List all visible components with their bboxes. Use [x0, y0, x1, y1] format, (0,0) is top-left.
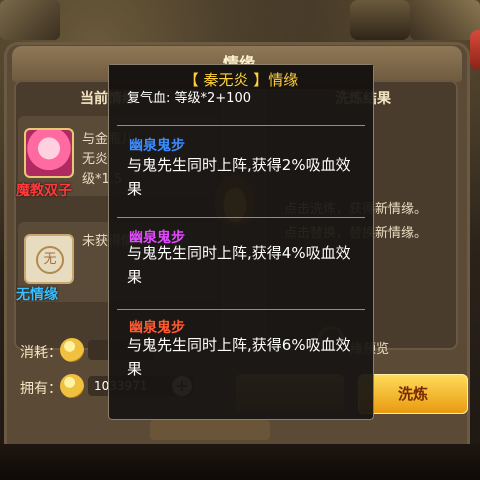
- owned-label: 拥有：: [20, 381, 62, 397]
- card2-name: 无情缘: [16, 287, 58, 303]
- tooltip-title: 【 秦无炎 】情缘: [109, 65, 373, 89]
- tooltip-divider: [117, 309, 365, 310]
- consume-label: 消耗：: [20, 345, 62, 361]
- top-left-art: [0, 0, 60, 40]
- section-2-desc: 与鬼先生同时上阵,获得4%吸血效果: [127, 244, 351, 286]
- close-button[interactable]: [470, 30, 480, 70]
- none-icon: 无: [36, 246, 64, 274]
- wash-button[interactable]: 洗炼: [358, 374, 468, 414]
- tooltip-divider: [117, 125, 365, 126]
- card1-name: 魔教双子: [16, 183, 72, 199]
- empty-bond-avatar: 无: [24, 234, 74, 284]
- bottom-bar: [0, 444, 480, 480]
- top-right-art: [410, 0, 480, 40]
- card1-line2: 无炎: [82, 152, 109, 167]
- section-1-desc: 与鬼先生同时上阵,获得2%吸血效果: [127, 156, 351, 198]
- section-1-title: 幽泉鬼步: [129, 138, 185, 154]
- character-avatar[interactable]: [24, 128, 74, 178]
- coin-icon: [60, 374, 84, 398]
- coin-icon: [60, 338, 84, 362]
- bond-tooltip: 复气血: 等级*2+100 【 秦无炎 】情缘 幽泉鬼步 与鬼先生同时上阵,获得…: [108, 64, 374, 420]
- bottom-decoration: [150, 420, 270, 440]
- top-right-art-2: [350, 0, 410, 40]
- tooltip-clipped-line: 复气血: 等级*2+100: [127, 91, 251, 106]
- tooltip-divider: [117, 217, 365, 218]
- section-3-desc: 与鬼先生同时上阵,获得6%吸血效果: [127, 336, 351, 378]
